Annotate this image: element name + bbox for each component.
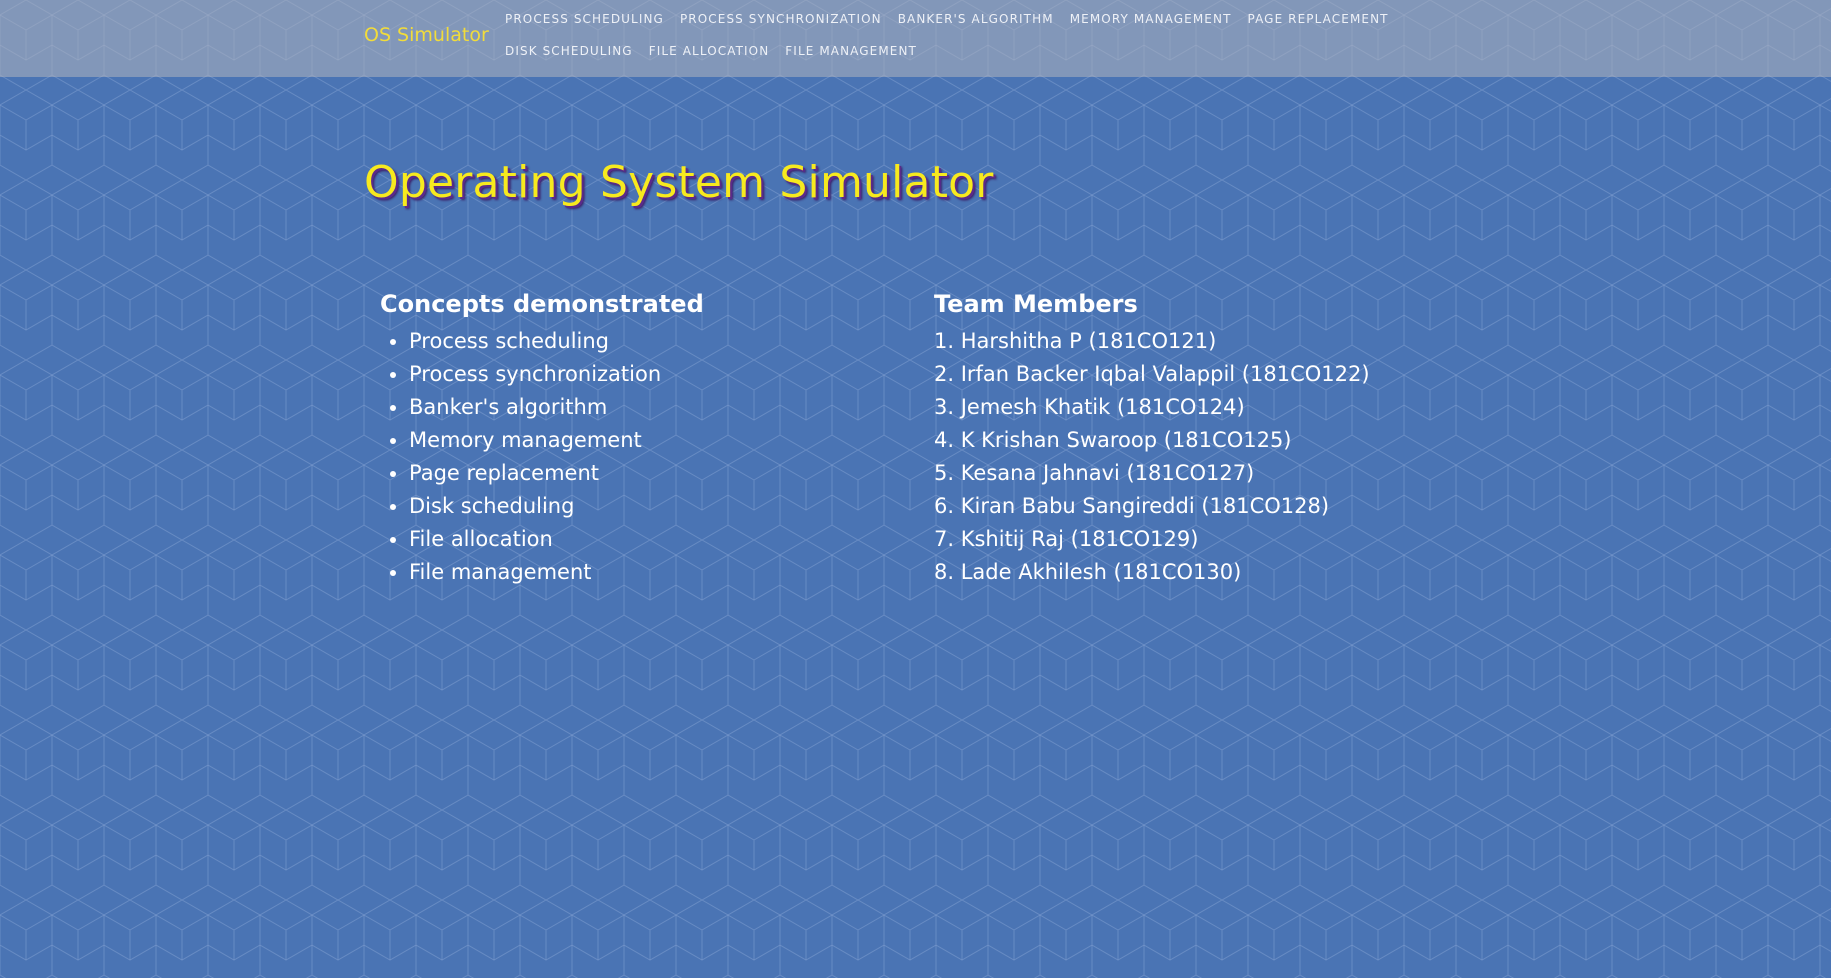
- concept-item: File allocation: [409, 523, 900, 556]
- brand-link[interactable]: OS Simulator: [364, 24, 489, 46]
- concepts-list: Process scheduling Process synchronizati…: [380, 325, 900, 589]
- nav-link-bankers-algorithm[interactable]: Banker's Algorithm: [898, 12, 1054, 26]
- concept-item: Banker's algorithm: [409, 391, 900, 424]
- team-member: 1. Harshitha P (181CO121): [934, 329, 1217, 353]
- team-member: 2. Irfan Backer Iqbal Valappil (181CO122…: [934, 362, 1370, 386]
- concept-item: Page replacement: [409, 457, 900, 490]
- nav-link-file-allocation[interactable]: File Allocation: [649, 44, 770, 58]
- concept-item: Process synchronization: [409, 358, 900, 391]
- concept-item: Memory management: [409, 424, 900, 457]
- top-navbar: OS Simulator Process Scheduling Process …: [0, 0, 1831, 77]
- nav-link-file-management[interactable]: File Management: [785, 44, 917, 58]
- team-member: 4. K Krishan Swaroop (181CO125): [934, 428, 1292, 452]
- team-member: 8. Lade Akhilesh (181CO130): [934, 560, 1242, 584]
- team-heading: Team Members: [934, 290, 1138, 318]
- background-pattern: [0, 0, 1831, 978]
- nav-link-disk-scheduling[interactable]: Disk Scheduling: [505, 44, 633, 58]
- concept-item: File management: [409, 556, 900, 589]
- concepts-section: Concepts demonstrated Process scheduling…: [380, 287, 900, 589]
- nav-row-1: Process Scheduling Process Synchronizati…: [505, 12, 1405, 44]
- concept-item: Disk scheduling: [409, 490, 900, 523]
- team-list: 1. Harshitha P (181CO121) 2. Irfan Backe…: [934, 325, 1494, 589]
- nav-row-2: Disk Scheduling File Allocation File Man…: [505, 44, 1405, 76]
- nav-link-process-synchronization[interactable]: Process Synchronization: [680, 12, 882, 26]
- nav-link-process-scheduling[interactable]: Process Scheduling: [505, 12, 664, 26]
- concept-item: Process scheduling: [409, 325, 900, 358]
- team-member: 3. Jemesh Khatik (181CO124): [934, 395, 1245, 419]
- nav-link-page-replacement[interactable]: Page Replacement: [1248, 12, 1389, 26]
- team-member: 6. Kiran Babu Sangireddi (181CO128): [934, 494, 1330, 518]
- page-title: Operating System Simulator: [364, 157, 994, 208]
- nav-link-memory-management[interactable]: Memory Management: [1070, 12, 1232, 26]
- concepts-heading: Concepts demonstrated: [380, 290, 704, 318]
- nav-links: Process Scheduling Process Synchronizati…: [505, 12, 1405, 76]
- team-member: 7. Kshitij Raj (181CO129): [934, 527, 1199, 551]
- team-member: 5. Kesana Jahnavi (181CO127): [934, 461, 1255, 485]
- team-section: Team Members 1. Harshitha P (181CO121) 2…: [934, 287, 1494, 589]
